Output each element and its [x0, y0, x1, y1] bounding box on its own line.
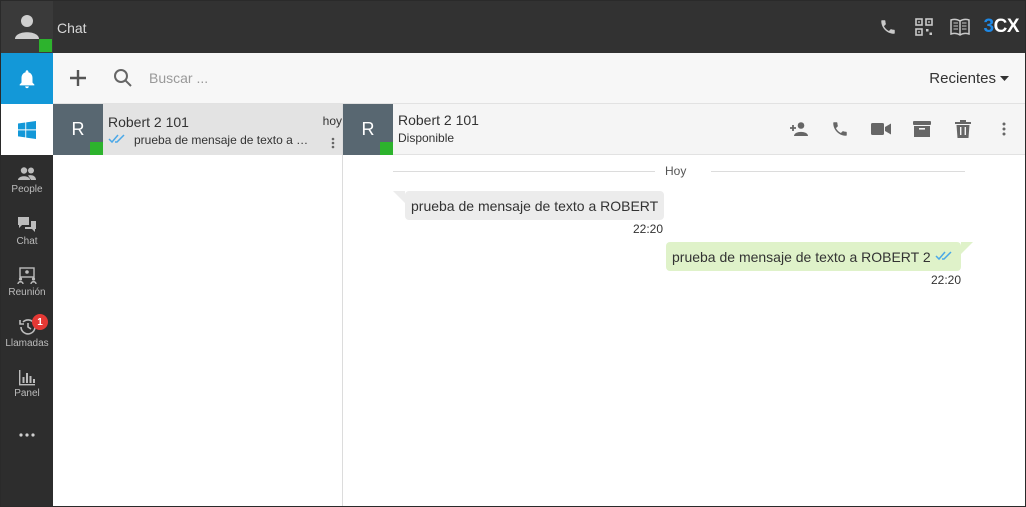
toolbar: Recientes — [53, 53, 1025, 104]
top-bar: Chat 3CX — [1, 1, 1025, 53]
nav-item-calls[interactable]: Llamadas 1 — [1, 308, 53, 359]
video-icon — [871, 123, 891, 135]
user-icon — [15, 15, 39, 39]
recent-filter-dropdown[interactable]: Recientes — [929, 70, 1009, 87]
chart-icon — [19, 370, 35, 386]
left-navigation: People Chat Reunión Llamadas 1 Panel — [1, 53, 53, 506]
presence-indicator — [39, 39, 52, 52]
delete-button[interactable] — [952, 118, 974, 140]
call-button[interactable] — [829, 118, 851, 140]
message-text: prueba de mensaje de texto a ROBERT 2 — [672, 248, 931, 265]
add-person-icon — [790, 122, 808, 136]
contact-status: Disponible — [398, 131, 455, 145]
message-time: 22:20 — [931, 273, 962, 287]
nav-item-panel[interactable]: Panel — [1, 359, 53, 410]
more-vertical-icon[interactable] — [331, 137, 335, 149]
recent-filter-label: Recientes — [929, 70, 996, 87]
search-input[interactable] — [149, 67, 449, 89]
presence-indicator — [90, 142, 103, 155]
nav-label-calls: Llamadas — [5, 338, 49, 349]
nav-more-button[interactable] — [1, 420, 53, 450]
conversation-time: hoy — [322, 114, 342, 128]
conversation-item[interactable]: R Robert 2 101 hoy prueba de mensaje de … — [53, 104, 342, 155]
people-icon — [18, 167, 36, 180]
more-horizontal-icon — [19, 433, 35, 437]
more-options-button[interactable] — [993, 118, 1015, 140]
windows-icon — [18, 120, 36, 139]
chat-panel: R Robert 2 101 Disponible Hoy prueba de … — [343, 104, 1025, 506]
conversation-preview: prueba de mensaje de texto a ROBERT 2 — [134, 133, 314, 147]
archive-button[interactable] — [911, 118, 933, 140]
presence-indicator — [380, 142, 393, 155]
chat-icon — [18, 217, 36, 232]
user-avatar[interactable] — [1, 1, 53, 53]
nav-label-meeting: Reunión — [8, 287, 46, 298]
phone-icon[interactable] — [876, 15, 900, 39]
book-icon[interactable] — [948, 15, 972, 39]
nav-label-chat: Chat — [16, 236, 38, 247]
archive-icon — [913, 121, 931, 137]
plus-icon — [70, 70, 86, 86]
brand-logo-part1: 3 — [983, 16, 995, 37]
app-window: Chat 3CX People Chat Reunión Llamadas 1 … — [0, 0, 1026, 507]
divider — [711, 171, 965, 172]
nav-item-windows[interactable] — [1, 104, 53, 155]
phone-icon — [833, 122, 847, 136]
outgoing-message[interactable]: prueba de mensaje de texto a ROBERT 2 — [666, 242, 973, 271]
divider — [393, 171, 655, 172]
bell-icon — [19, 69, 35, 88]
nav-item-people[interactable]: People — [1, 155, 53, 206]
nav-label-people: People — [11, 184, 43, 195]
add-person-button[interactable] — [788, 118, 810, 140]
message-time: 22:20 — [633, 222, 664, 236]
more-vertical-icon — [1002, 122, 1006, 136]
read-receipt-icon — [108, 134, 125, 144]
day-separator: Hoy — [343, 162, 1025, 180]
brand-logo: 3CX — [983, 16, 1020, 38]
nav-item-chat[interactable]: Chat — [1, 206, 53, 257]
day-label: Hoy — [665, 164, 687, 178]
missed-calls-badge: 1 — [32, 314, 48, 330]
nav-item-notifications[interactable] — [1, 53, 53, 104]
trash-icon — [955, 120, 971, 138]
incoming-message[interactable]: prueba de mensaje de texto a ROBERT — [392, 191, 665, 220]
nav-label-panel: Panel — [14, 388, 40, 399]
nav-item-meeting[interactable]: Reunión — [1, 257, 53, 308]
search-icon — [114, 69, 132, 87]
qr-code-icon[interactable] — [912, 15, 936, 39]
meeting-icon — [17, 267, 37, 285]
video-call-button[interactable] — [870, 118, 892, 140]
conversation-name: Robert 2 101 — [108, 114, 189, 130]
page-title: Chat — [57, 20, 87, 36]
chat-header: R Robert 2 101 Disponible — [343, 104, 1025, 155]
contact-name: Robert 2 101 — [398, 112, 479, 128]
brand-logo-part2: CX — [993, 16, 1020, 37]
conversation-list: R Robert 2 101 hoy prueba de mensaje de … — [53, 104, 343, 506]
new-chat-button[interactable] — [67, 67, 89, 89]
chat-actions — [788, 118, 1015, 140]
caret-down-icon — [1000, 75, 1009, 81]
top-actions: 3CX — [876, 15, 1020, 39]
message-text: prueba de mensaje de texto a ROBERT — [411, 197, 659, 214]
read-receipt-icon — [935, 251, 952, 261]
